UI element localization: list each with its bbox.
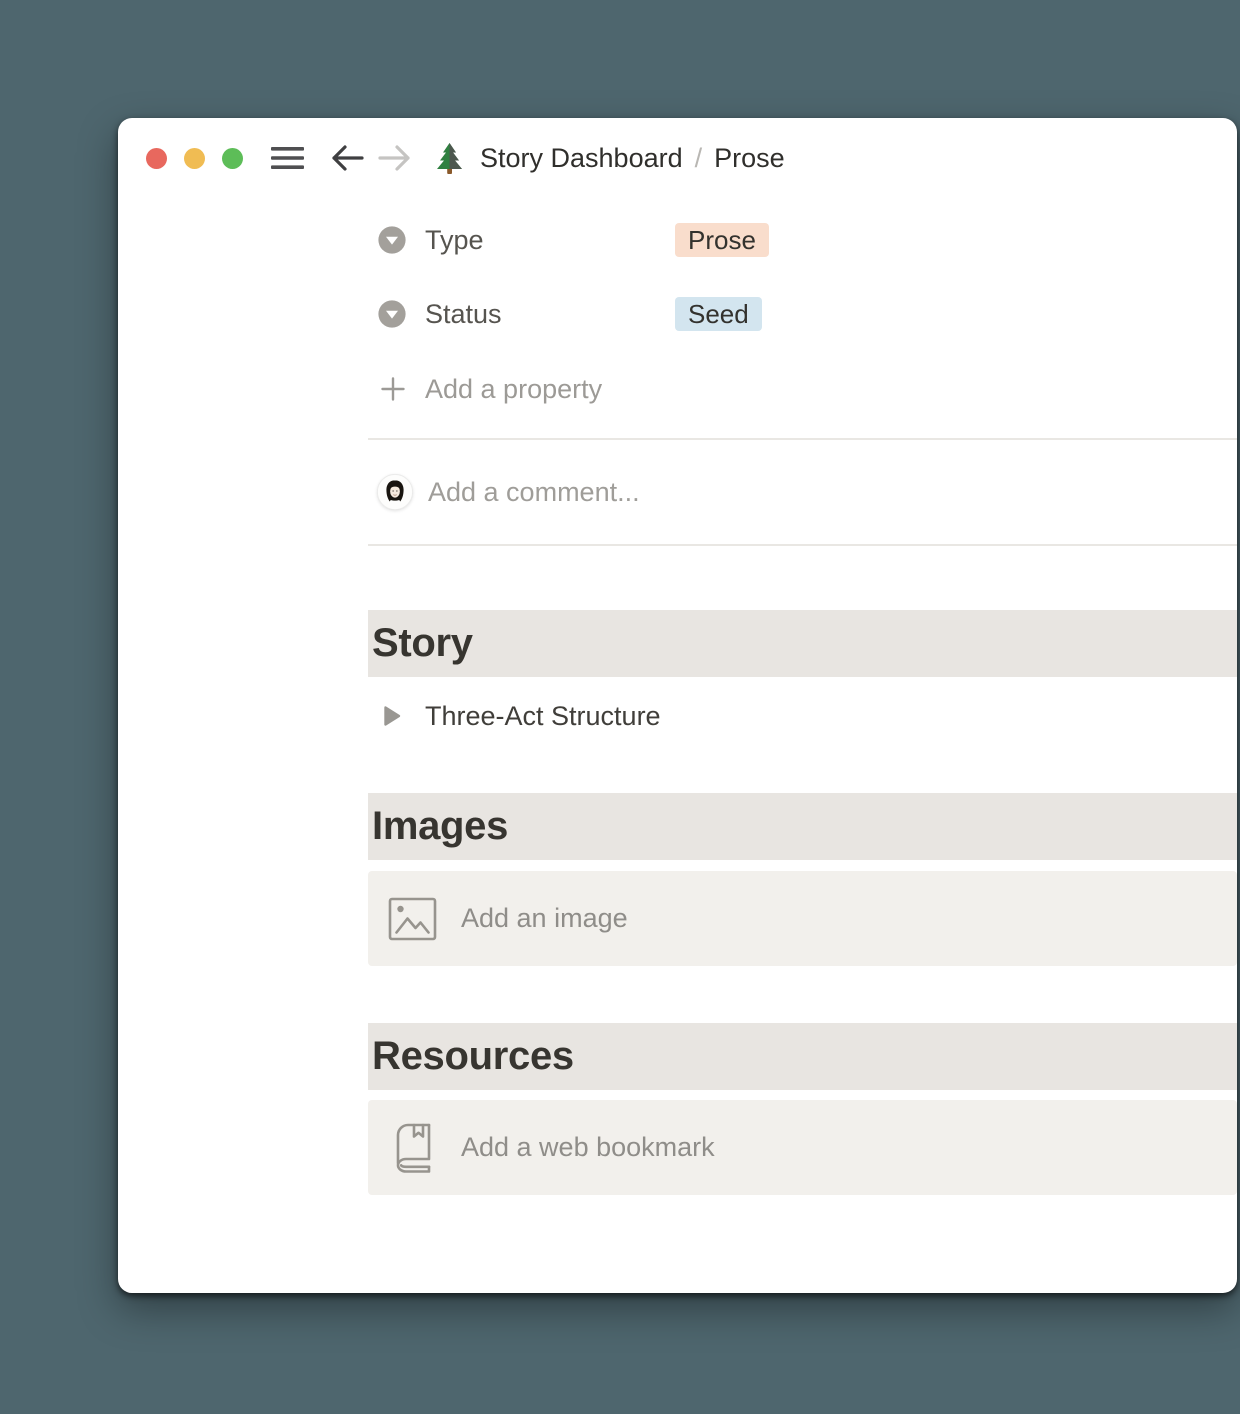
property-row-type: Type Prose <box>368 222 1237 258</box>
page-content: Type Prose Status Seed Add a property Ad… <box>368 198 1237 1195</box>
add-image-placeholder[interactable]: Add an image <box>368 871 1237 966</box>
window-controls <box>146 147 243 169</box>
property-list: Type Prose Status Seed Add a property <box>368 198 1237 410</box>
app-window: Story Dashboard / Prose Type Prose Statu… <box>118 118 1237 1293</box>
heading-text: Story <box>372 621 473 665</box>
section-heading-resources: Resources <box>368 1023 1237 1090</box>
property-row-status: Status Seed <box>368 296 1237 332</box>
breadcrumb: Story Dashboard / Prose <box>480 143 785 174</box>
avatar <box>377 474 413 510</box>
property-value-pill[interactable]: Seed <box>675 297 762 331</box>
tree-icon <box>434 142 465 175</box>
back-icon[interactable] <box>330 143 364 173</box>
placeholder-label: Add an image <box>461 903 628 933</box>
book-icon <box>395 1123 433 1173</box>
breadcrumb-current[interactable]: Prose <box>714 143 785 174</box>
comment-input[interactable]: Add a comment... <box>428 477 640 508</box>
zoom-button[interactable] <box>222 147 243 169</box>
breadcrumb-separator: / <box>694 142 703 173</box>
add-property-label: Add a property <box>425 373 603 404</box>
toggle-triangle-icon[interactable] <box>382 705 402 727</box>
titlebar: Story Dashboard / Prose <box>118 118 1237 198</box>
plus-icon <box>378 374 408 404</box>
section-heading-images: Images <box>368 793 1237 860</box>
select-property-icon <box>378 300 406 328</box>
minimize-button[interactable] <box>184 147 205 169</box>
property-label[interactable]: Type <box>425 225 675 256</box>
section-heading-story: Story <box>368 610 1237 677</box>
divider <box>368 544 1237 546</box>
property-label[interactable]: Status <box>425 299 675 330</box>
select-property-icon <box>378 226 406 254</box>
add-bookmark-placeholder[interactable]: Add a web bookmark <box>368 1100 1237 1195</box>
breadcrumb-root[interactable]: Story Dashboard <box>480 143 683 174</box>
property-value-pill[interactable]: Prose <box>675 223 769 257</box>
image-icon <box>388 896 437 942</box>
close-button[interactable] <box>146 147 167 169</box>
heading-text: Images <box>372 804 509 848</box>
desktop-background: Story Dashboard / Prose Type Prose Statu… <box>0 0 1240 1414</box>
toggle-label: Three-Act Structure <box>425 700 661 731</box>
comment-row[interactable]: Add a comment... <box>368 440 1237 544</box>
toggle-row-three-act[interactable]: Three-Act Structure <box>368 698 1237 734</box>
heading-text: Resources <box>372 1034 574 1078</box>
add-property-button[interactable]: Add a property <box>368 368 1237 410</box>
forward-icon[interactable] <box>378 143 412 173</box>
menu-icon[interactable] <box>271 146 304 170</box>
placeholder-label: Add a web bookmark <box>461 1132 715 1162</box>
